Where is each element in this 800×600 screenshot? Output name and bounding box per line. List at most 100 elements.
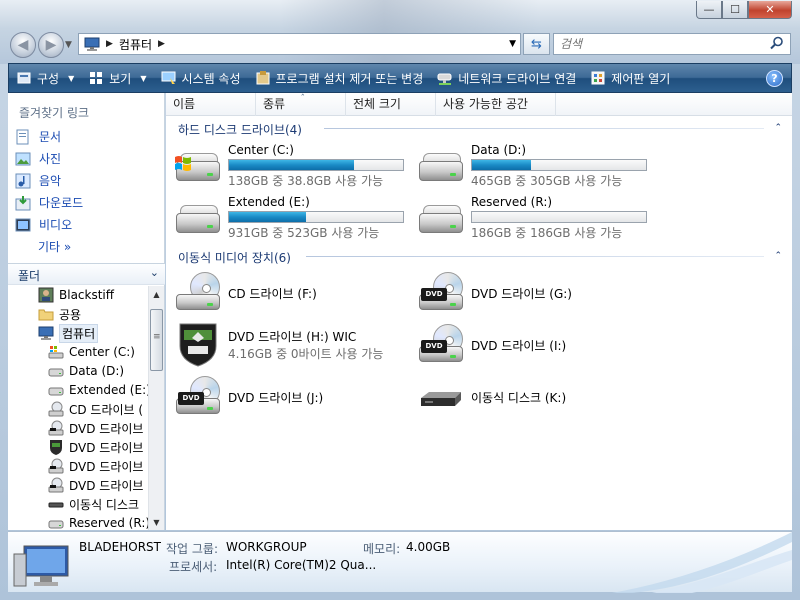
removable-disk-icon <box>417 374 467 420</box>
tree-label: 이동식 디스크 <box>69 497 140 512</box>
column-header-name[interactable]: 이름 <box>166 93 256 116</box>
drive-d[interactable]: Data (D:) 465GB 중 305GB 사용 가능 <box>417 143 647 189</box>
drive-r[interactable]: Reserved (R:) 186GB 중 186GB 사용 가능 <box>417 195 647 241</box>
forward-button[interactable]: ▶ <box>38 32 64 58</box>
control-panel-button[interactable]: 제어판 열기 <box>583 63 677 93</box>
drive-k[interactable]: 이동식 디스크 (K:) <box>417 374 566 420</box>
tree-item-drive-f[interactable]: CD 드라이브 ( <box>48 400 143 418</box>
uninstall-program-button[interactable]: 프로그램 설치 제거 또는 변경 <box>248 63 431 93</box>
system-properties-icon <box>161 70 177 86</box>
chevron-down-icon: ▼ <box>140 73 147 83</box>
drive-c[interactable]: Center (C:) 138GB 중 38.8GB 사용 가능 <box>174 143 404 189</box>
tree-item-public[interactable]: 공용 <box>38 305 81 323</box>
drive-i[interactable]: DVD DVD 드라이브 (I:) <box>417 322 566 368</box>
tree-item-drive-i[interactable]: DVD 드라이브 <box>48 457 143 475</box>
group-title: 이동식 미디어 장치(6) <box>178 251 291 265</box>
folders-header[interactable]: 폴더 ⌄ <box>8 263 165 285</box>
usage-bar <box>471 159 647 171</box>
drive-h[interactable]: DVD 드라이브 (H:) WIC 4.16GB 중 0바이트 사용 가능 <box>174 322 383 368</box>
dvd-drive-icon <box>48 477 64 493</box>
address-bar[interactable]: ▶ 컴퓨터 ▶ ▼ <box>78 33 521 55</box>
drive-f[interactable]: CD 드라이브 (F:) <box>174 270 317 316</box>
tree-label: Extended (E:) <box>69 383 148 397</box>
close-button[interactable]: ✕ <box>748 1 792 19</box>
maximize-button[interactable]: ☐ <box>722 1 748 19</box>
drive-name: DVD 드라이브 (G:) <box>471 286 572 301</box>
tree-item-drive-d[interactable]: Data (D:) <box>48 362 124 380</box>
tree-item-drive-j[interactable]: DVD 드라이브 <box>48 476 143 494</box>
tree-label: 공용 <box>59 307 82 322</box>
search-icon[interactable] <box>770 36 784 50</box>
scroll-down-arrow-icon[interactable]: ▼ <box>149 514 164 530</box>
chevron-down-icon: ⌄ <box>149 266 159 279</box>
drive-name: Center (C:) <box>228 143 294 157</box>
drive-e[interactable]: Extended (E:) 931GB 중 523GB 사용 가능 <box>174 195 404 241</box>
chevron-down-icon: ▼ <box>68 73 75 83</box>
scroll-up-arrow-icon[interactable]: ▲ <box>149 286 164 302</box>
drive-j[interactable]: DVD DVD 드라이브 (J:) <box>174 374 323 420</box>
favorite-label: 다운로드 <box>39 196 84 210</box>
group-header-hard-disks[interactable]: 하드 디스크 드라이브(4) <box>178 121 302 138</box>
organize-button[interactable]: 구성 ▼ <box>9 63 81 93</box>
column-label: 전체 크기 <box>353 97 401 111</box>
folder-tree: Blackstiff 공용 컴퓨터 Center (C:) Data (D:) … <box>8 286 148 530</box>
column-header-type[interactable]: ˆ 종류 <box>256 93 346 116</box>
tree-item-drive-c[interactable]: Center (C:) <box>48 343 135 361</box>
memory-value: 4.00GB <box>406 540 451 554</box>
address-dropdown-button[interactable]: ▼ <box>509 39 516 49</box>
tree-item-drive-k[interactable]: 이동식 디스크 <box>48 495 139 513</box>
system-properties-button[interactable]: 시스템 속성 <box>154 63 248 93</box>
tree-item-drive-g[interactable]: DVD 드라이브 <box>48 419 143 437</box>
breadcrumb-separator[interactable]: ▶ <box>158 39 165 49</box>
memory-label: 메모리: <box>363 542 401 556</box>
organize-icon <box>16 70 32 86</box>
favorite-music[interactable]: 음악 <box>15 172 61 189</box>
drive-name: DVD 드라이브 (J:) <box>228 390 324 405</box>
documents-icon <box>15 129 31 145</box>
pictures-icon <box>15 151 31 167</box>
tree-item-drive-e[interactable]: Extended (E:) <box>48 381 148 399</box>
more-links[interactable]: 기타 » <box>38 238 71 255</box>
column-header-free-space[interactable]: 사용 가능한 공간 <box>436 93 556 116</box>
minimize-button[interactable]: — <box>696 1 722 19</box>
breadcrumb-computer[interactable]: 컴퓨터 <box>119 36 152 53</box>
help-button[interactable]: ? <box>766 70 783 87</box>
tree-item-user[interactable]: Blackstiff <box>38 286 114 304</box>
recent-pages-dropdown[interactable]: ▼ <box>65 40 72 50</box>
folder-icon <box>38 306 54 322</box>
views-button[interactable]: 보기 ▼ <box>81 63 153 93</box>
computer-icon <box>84 37 100 51</box>
hard-drive-icon <box>48 382 64 398</box>
search-box[interactable] <box>553 33 791 55</box>
tree-item-drive-r[interactable]: Reserved (R:) <box>48 514 148 530</box>
group-header-removable[interactable]: 이동식 미디어 장치(6) <box>178 249 291 266</box>
column-header-total-size[interactable]: 전체 크기 <box>346 93 436 116</box>
tree-label: DVD 드라이브 <box>69 459 144 474</box>
tree-item-drive-h[interactable]: DVD 드라이브 <box>48 438 143 456</box>
organize-label: 구성 <box>37 71 60 86</box>
cd-drive-icon <box>48 401 64 417</box>
favorite-videos[interactable]: 비디오 <box>15 216 72 233</box>
refresh-button[interactable]: ⇆ <box>523 33 550 55</box>
control-panel-icon <box>590 70 606 86</box>
map-network-drive-button[interactable]: 네트워크 드라이브 연결 <box>430 63 583 93</box>
tree-item-computer[interactable]: 컴퓨터 <box>38 323 99 343</box>
breadcrumb-separator[interactable]: ▶ <box>106 39 113 49</box>
favorite-pictures[interactable]: 사진 <box>15 150 61 167</box>
favorite-links-title: 즐겨찾기 링크 <box>19 106 90 120</box>
views-icon <box>88 70 104 86</box>
scrollbar-thumb[interactable] <box>150 309 163 371</box>
dvd-drive-icon: DVD <box>174 374 224 420</box>
workgroup-label: 작업 그룹: <box>166 542 219 556</box>
collapse-group-icon[interactable]: ⌃ <box>774 251 782 261</box>
dvd-shield-icon <box>48 439 64 455</box>
tree-scrollbar[interactable]: ▲ ▼ <box>148 286 164 530</box>
collapse-group-icon[interactable]: ⌃ <box>774 123 782 133</box>
drive-g[interactable]: DVD DVD 드라이브 (G:) <box>417 270 572 316</box>
favorite-downloads[interactable]: 다운로드 <box>15 194 83 211</box>
favorite-documents[interactable]: 문서 <box>15 128 61 145</box>
windows-drive-icon <box>48 344 64 360</box>
back-button[interactable]: ◀ <box>10 32 36 58</box>
search-input[interactable] <box>554 34 754 54</box>
file-list-pane: 이름 ˆ 종류 전체 크기 사용 가능한 공간 하드 디스크 드라이브(4) ⌃ … <box>166 93 792 530</box>
